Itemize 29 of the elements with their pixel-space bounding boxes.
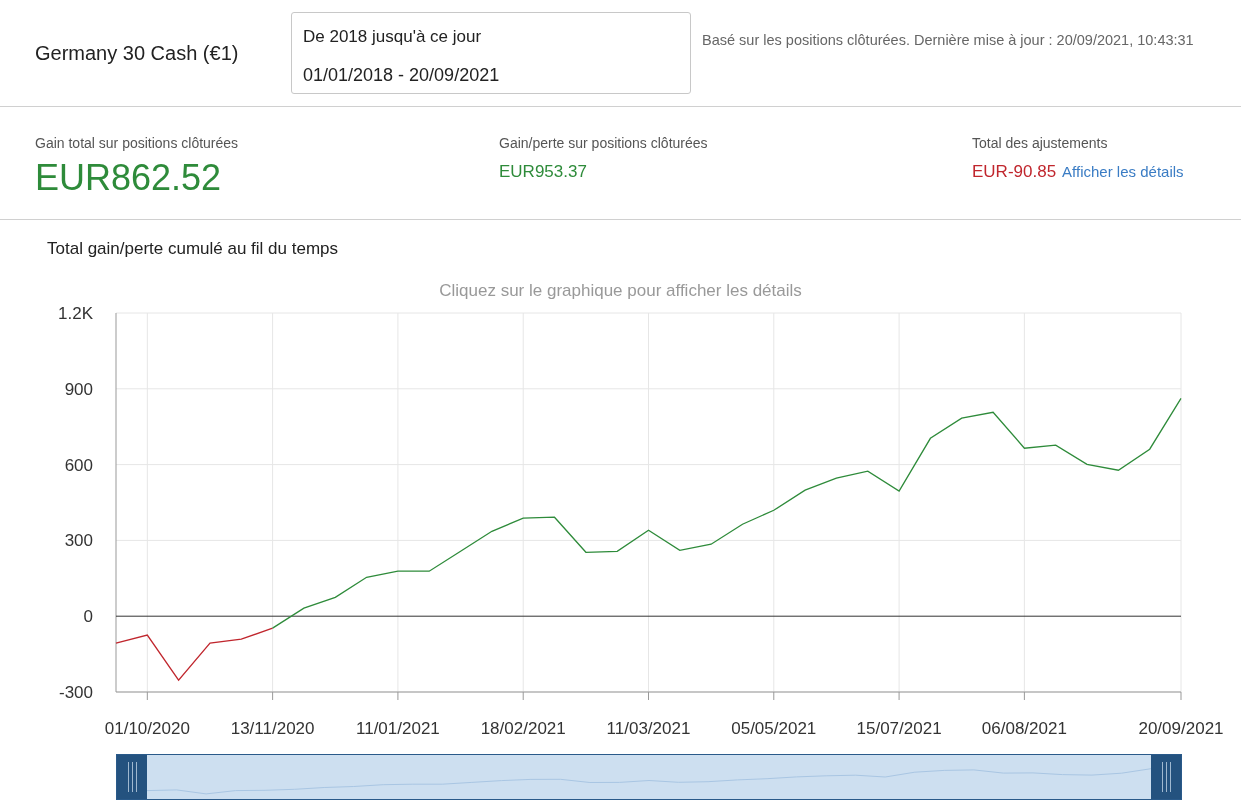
x-tick-label: 18/02/2021 [480, 719, 566, 738]
y-tick-label: 900 [64, 379, 93, 399]
stat-label: Gain/perte sur positions clôturées [499, 134, 709, 153]
x-tick-label: 13/11/2020 [230, 719, 315, 738]
x-tick-label: 11/01/2021 [356, 719, 440, 738]
date-range-picker[interactable]: De 2018 jusqu'à ce jour 01/01/2018 - 20/09/2021 [291, 12, 691, 94]
stat-label: Total des ajustements [972, 134, 1109, 153]
details-link[interactable]: Afficher les détails [1062, 161, 1184, 184]
navigator-right-handle[interactable] [1151, 755, 1181, 799]
chart-title: Total gain/perte cumulé au fil du temps [47, 238, 340, 260]
y-tick-label: 600 [64, 455, 93, 475]
stat-label: Gain total sur positions clôturées [35, 134, 240, 153]
x-tick-label: 05/05/2021 [731, 719, 817, 738]
y-tick-label: 0 [83, 607, 93, 627]
update-note: Basé sur les positions clôturées. Dernière mise à jour : 20/09/2021, 10:43:31 [702, 31, 1195, 50]
x-tick-label: 20/09/2021 [1138, 719, 1224, 738]
x-tick-label: 06/08/2021 [981, 719, 1067, 738]
stat-value: EUR953.37 [499, 161, 587, 183]
y-tick-label: 300 [64, 531, 93, 551]
stat-value: EUR-90.85 [972, 161, 1057, 183]
x-tick-label: 11/03/2021 [606, 719, 691, 738]
instrument-title: Germany 30 Cash (€1) [35, 41, 240, 66]
chart-hint: Cliquez sur le graphique pour afficher les détails [438, 279, 803, 302]
navigator-left-handle[interactable] [117, 755, 147, 799]
stat-value: EUR862.52 [35, 156, 222, 200]
x-tick-label: 01/10/2020 [104, 719, 190, 738]
y-tick-label: 1.2K [58, 304, 93, 323]
y-tick-label: -300 [58, 683, 93, 702]
x-tick-label: 15/07/2021 [856, 719, 942, 738]
